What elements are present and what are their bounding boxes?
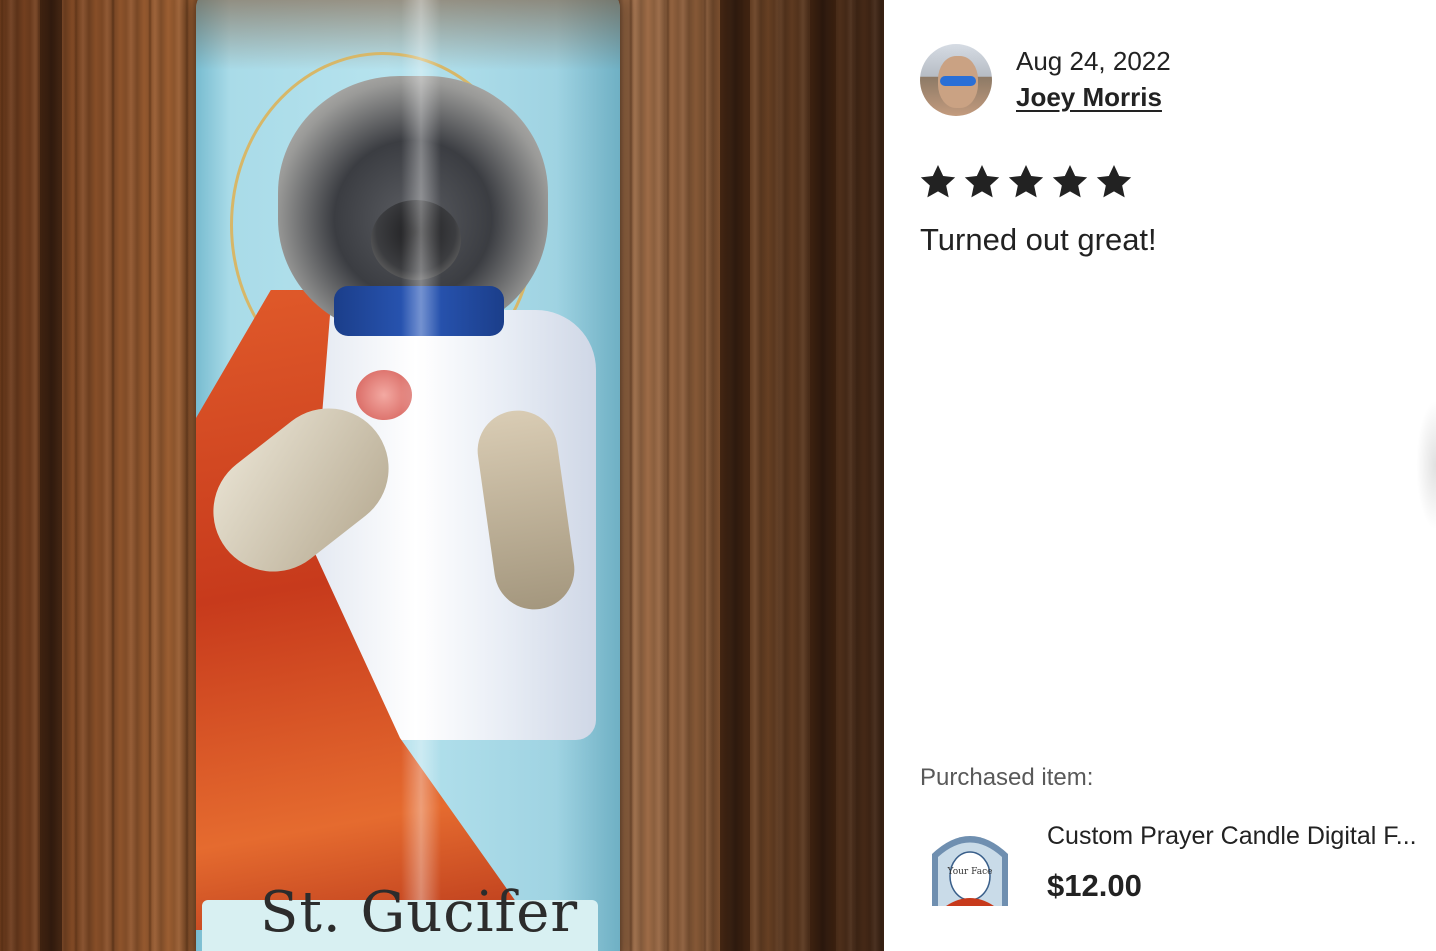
wood-plank-seam — [810, 0, 836, 951]
purchased-item-thumbnail[interactable]: Your Face — [928, 824, 1012, 906]
carousel-edge-shadow — [1416, 400, 1436, 530]
review-date: Aug 24, 2022 — [1016, 46, 1171, 76]
star-icon — [964, 165, 1000, 198]
prayer-candle: St. Gucifer — [196, 0, 620, 951]
purchased-item-label: Purchased item: — [920, 764, 1094, 791]
review-text: Turned out great! — [920, 222, 1157, 257]
purchased-item-title-link[interactable]: Custom Prayer Candle Digital F... — [1047, 822, 1436, 851]
star-icon — [1008, 165, 1044, 198]
candle-label-text: St. Gucifer — [260, 880, 579, 945]
avatar[interactable] — [920, 44, 992, 116]
purchased-item-price: $12.00 — [1047, 868, 1142, 903]
wood-plank-seam — [720, 0, 750, 951]
star-icon — [1096, 165, 1132, 198]
candle-thumbnail-icon: Your Face — [932, 836, 1008, 906]
wood-plank-seam — [40, 0, 62, 951]
glass-shine — [401, 0, 441, 951]
reviewer-name-link[interactable]: Joey Morris — [1016, 82, 1162, 113]
star-icon — [920, 165, 956, 198]
review-photo[interactable]: St. Gucifer — [0, 0, 884, 951]
review-panel: Aug 24, 2022 Joey Morris Turned out grea… — [884, 0, 1436, 951]
star-rating — [918, 162, 1134, 202]
avatar-sunglasses — [940, 76, 976, 86]
thumb-caption: Your Face — [947, 867, 993, 877]
star-icon — [1052, 165, 1088, 198]
